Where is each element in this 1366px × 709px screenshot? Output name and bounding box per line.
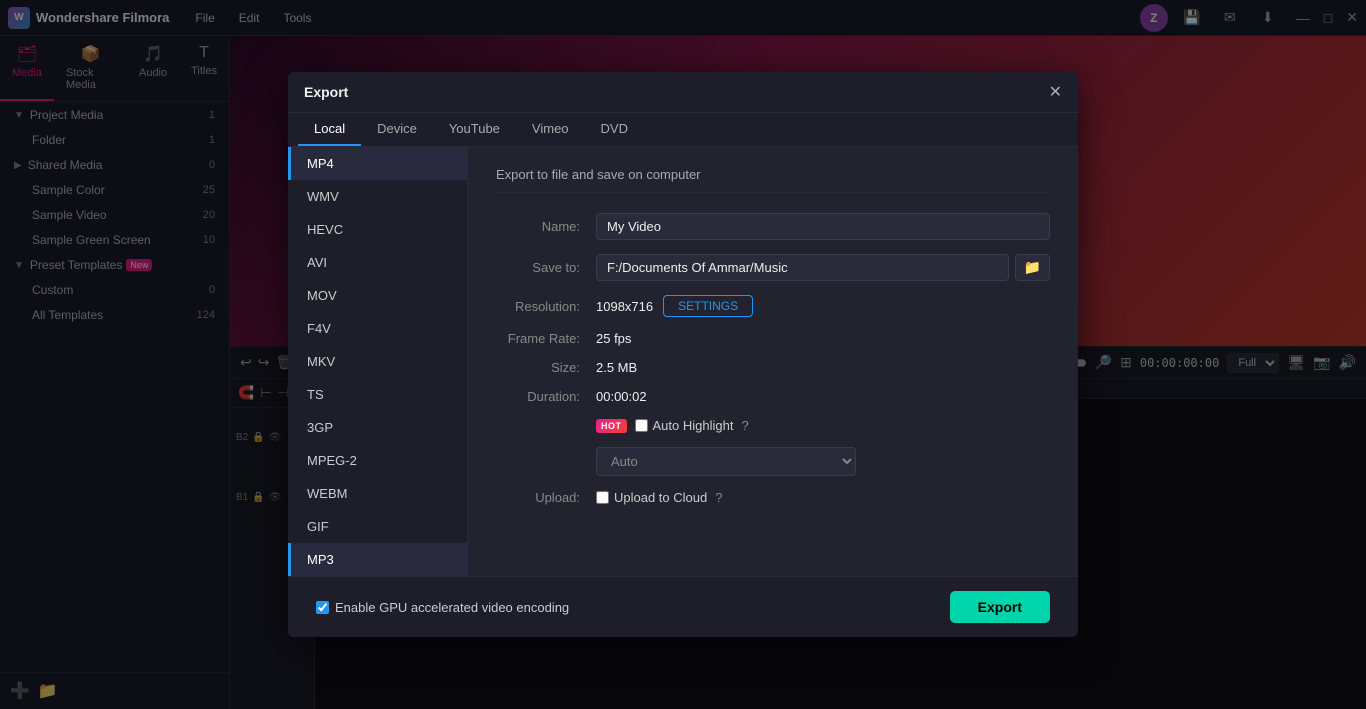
dialog-tabs: Local Device YouTube Vimeo DVD — [288, 113, 1078, 147]
framerate-label: Frame Rate: — [496, 331, 596, 346]
resolution-value-row: 1098x716 SETTINGS — [596, 295, 1050, 317]
dialog-tab-device[interactable]: Device — [361, 113, 433, 146]
dialog-tab-local[interactable]: Local — [298, 113, 361, 146]
dialog-body: MP4 WMV HEVC AVI MOV F4V MKV TS 3GP MPEG… — [288, 147, 1078, 576]
dialog-tab-youtube[interactable]: YouTube — [433, 113, 516, 146]
format-mp4[interactable]: MP4 — [288, 147, 467, 180]
upload-row: Upload: Upload to Cloud ? — [496, 490, 1050, 505]
gpu-checkbox[interactable] — [316, 601, 329, 614]
format-webm[interactable]: WEBM — [288, 477, 467, 510]
browse-folder-button[interactable]: 📁 — [1015, 254, 1050, 281]
save-to-label: Save to: — [496, 260, 596, 275]
dialog-close-button[interactable]: ✕ — [1049, 82, 1062, 102]
gpu-check-label[interactable]: Enable GPU accelerated video encoding — [316, 600, 569, 615]
name-input[interactable] — [596, 213, 1050, 240]
dialog-tab-dvd[interactable]: DVD — [585, 113, 644, 146]
dialog-title-bar: Export ✕ — [288, 72, 1078, 113]
format-mov[interactable]: MOV — [288, 279, 467, 312]
resolution-label: Resolution: — [496, 299, 596, 314]
format-wmv[interactable]: WMV — [288, 180, 467, 213]
format-mp3[interactable]: MP3 — [288, 543, 467, 576]
dialog-tab-vimeo[interactable]: Vimeo — [516, 113, 585, 146]
resolution-value: 1098x716 — [596, 299, 653, 314]
duration-row: Duration: 00:00:02 — [496, 389, 1050, 404]
upload-cloud-row: Upload to Cloud ? — [596, 490, 722, 505]
folder-row: F:/Documents Of Ammar/Music 📁 — [596, 254, 1050, 281]
upload-cloud-text: Upload to Cloud — [614, 490, 707, 505]
upload-label: Upload: — [496, 490, 596, 505]
save-path: F:/Documents Of Ammar/Music — [596, 254, 1009, 281]
auto-highlight-text: Auto Highlight — [653, 418, 734, 433]
hot-badge: HOT — [596, 419, 627, 433]
format-mkv[interactable]: MKV — [288, 345, 467, 378]
gpu-label: Enable GPU accelerated video encoding — [335, 600, 569, 615]
size-value: 2.5 MB — [596, 360, 637, 375]
export-subtitle: Export to file and save on computer — [496, 167, 1050, 193]
format-ts[interactable]: TS — [288, 378, 467, 411]
auto-highlight-label[interactable]: Auto Highlight — [635, 418, 734, 433]
duration-label: Duration: — [496, 389, 596, 404]
auto-highlight-row: HOT Auto Highlight ? — [496, 418, 1050, 433]
export-button[interactable]: Export — [950, 591, 1050, 623]
auto-highlight-checkbox[interactable] — [635, 419, 648, 432]
settings-button[interactable]: SETTINGS — [663, 295, 753, 317]
auto-style-select[interactable]: Auto — [596, 447, 856, 476]
dialog-footer: Enable GPU accelerated video encoding Ex… — [288, 576, 1078, 637]
export-dialog: Export ✕ Local Device YouTube Vimeo DVD … — [288, 72, 1078, 637]
format-avi[interactable]: AVI — [288, 246, 467, 279]
format-list: MP4 WMV HEVC AVI MOV F4V MKV TS 3GP MPEG… — [288, 147, 468, 576]
export-form: Export to file and save on computer Name… — [468, 147, 1078, 576]
format-hevc[interactable]: HEVC — [288, 213, 467, 246]
resolution-row: Resolution: 1098x716 SETTINGS — [496, 295, 1050, 317]
name-row: Name: — [496, 213, 1050, 240]
duration-value: 00:00:02 — [596, 389, 647, 404]
dialog-title: Export — [304, 84, 348, 100]
format-gif[interactable]: GIF — [288, 510, 467, 543]
format-f4v[interactable]: F4V — [288, 312, 467, 345]
framerate-row: Frame Rate: 25 fps — [496, 331, 1050, 346]
format-mpeg2[interactable]: MPEG-2 — [288, 444, 467, 477]
upload-cloud-checkbox[interactable] — [596, 491, 609, 504]
upload-cloud-label[interactable]: Upload to Cloud — [596, 490, 707, 505]
dialog-overlay: Export ✕ Local Device YouTube Vimeo DVD … — [0, 0, 1366, 709]
name-label: Name: — [496, 219, 596, 234]
save-to-row: Save to: F:/Documents Of Ammar/Music 📁 — [496, 254, 1050, 281]
ah-row: HOT Auto Highlight ? — [596, 418, 749, 433]
format-3gp[interactable]: 3GP — [288, 411, 467, 444]
size-label: Size: — [496, 360, 596, 375]
framerate-value: 25 fps — [596, 331, 631, 346]
upload-help-icon[interactable]: ? — [715, 490, 722, 505]
size-row: Size: 2.5 MB — [496, 360, 1050, 375]
auto-highlight-help-icon[interactable]: ? — [741, 418, 748, 433]
